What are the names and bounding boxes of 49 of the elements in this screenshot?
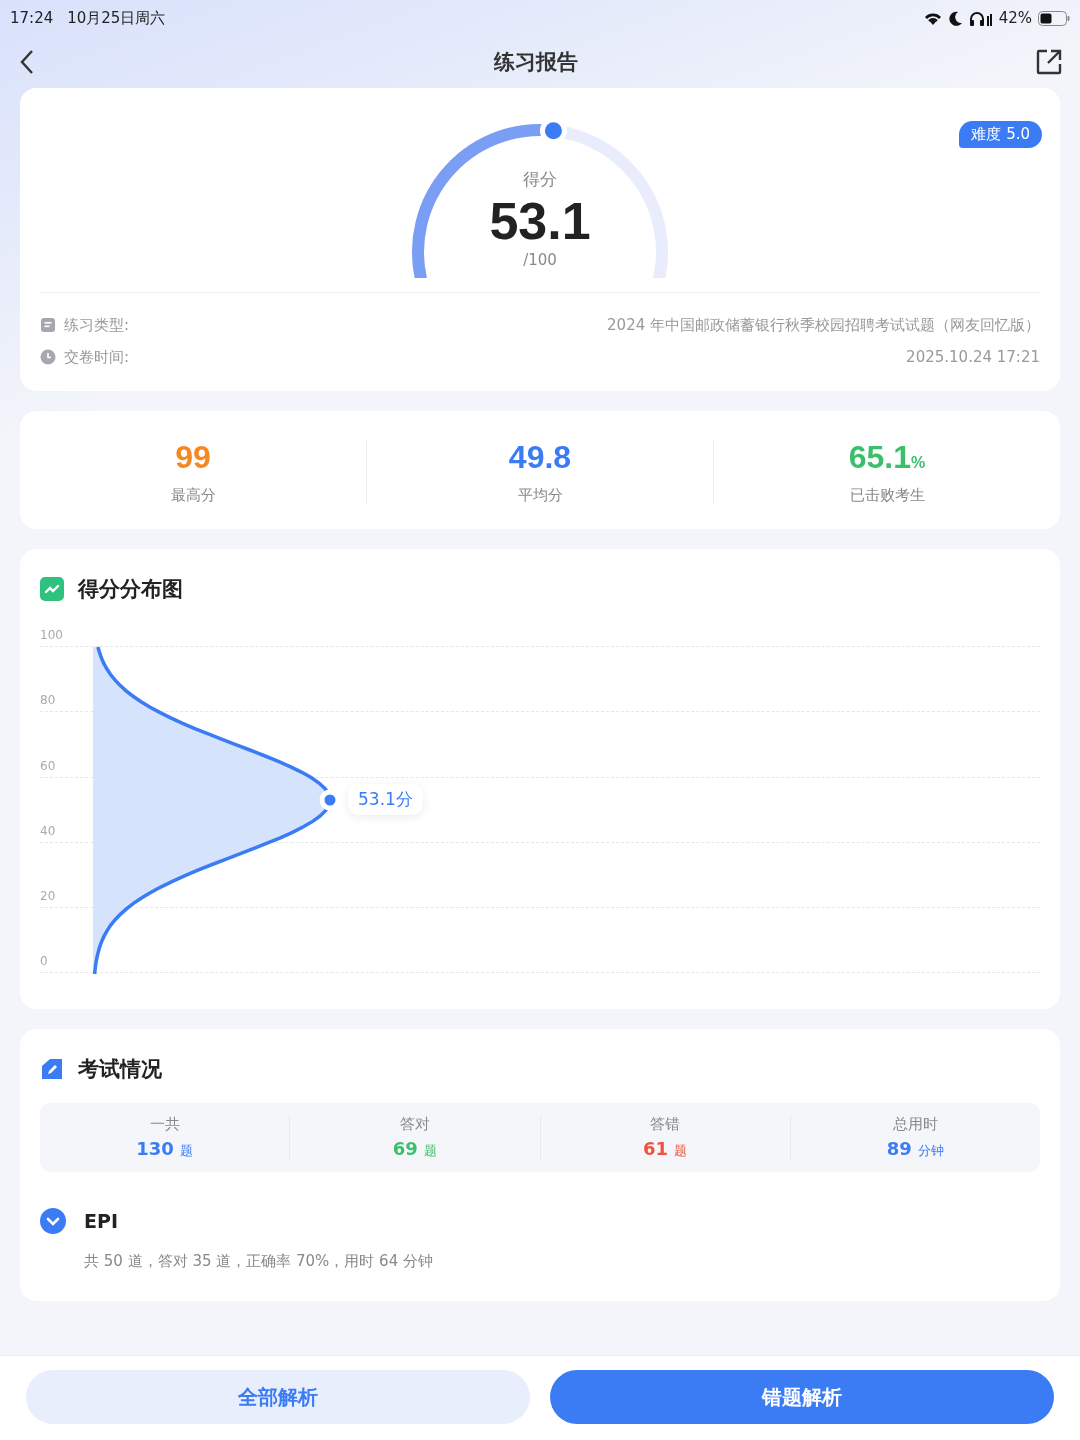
score-marker-label: 53.1分 xyxy=(348,784,423,815)
axis-tick-label: 0 xyxy=(40,954,48,969)
info-value: 2025.10.24 17:21 xyxy=(906,348,1040,366)
axis-tick-label: 40 xyxy=(40,823,56,838)
stat-label: 总用时 xyxy=(892,1115,938,1135)
axis-tick-label: 100 xyxy=(40,628,63,642)
info-label: 交卷时间: xyxy=(64,347,130,367)
document-icon xyxy=(40,317,56,333)
summary-value: 65.1% xyxy=(848,439,926,476)
summary-label: 平均分 xyxy=(517,486,563,505)
analysis-button[interactable]: 错题解析 xyxy=(550,1370,1054,1424)
axis-tick-label: 20 xyxy=(40,889,56,904)
battery-percent: 42% xyxy=(998,9,1032,27)
info-label: 练习类型: xyxy=(64,315,130,335)
section-title: 得分分布图 xyxy=(78,576,183,603)
status-date: 10月25日周六 xyxy=(67,8,166,28)
stat-label: 一共 xyxy=(149,1115,180,1135)
battery-icon xyxy=(1038,10,1070,26)
back-icon[interactable] xyxy=(18,48,36,76)
analysis-button[interactable]: 全部解析 xyxy=(26,1370,530,1424)
axis-tick-label: 60 xyxy=(40,758,56,773)
summary-label: 最高分 xyxy=(170,486,216,505)
score-total: /100 xyxy=(523,251,557,269)
info-value: 2024 年中国邮政储蓄银行秋季校园招聘考试试题（网友回忆版） xyxy=(607,315,1040,335)
headphones-icon xyxy=(968,10,993,26)
section-title: 考试情况 xyxy=(78,1056,162,1084)
status-time: 17:24 xyxy=(10,9,54,27)
pencil-icon xyxy=(40,1057,64,1082)
subject-name: EPI xyxy=(84,1210,118,1233)
page-title: 练习报告 xyxy=(494,49,578,76)
summary-value: 99 xyxy=(175,439,211,476)
trend-icon xyxy=(40,577,64,601)
difficulty-badge: 难度 5.0 xyxy=(959,121,1042,148)
subject-detail: 共 50 道，答对 35 道，正确率 70%，用时 64 分钟 xyxy=(84,1252,434,1272)
stat-value: 89 分钟 xyxy=(886,1138,945,1161)
stat-value: 130 题 xyxy=(136,1138,194,1161)
stat-label: 答错 xyxy=(650,1115,681,1135)
moon-icon xyxy=(948,10,963,26)
chevron-icon[interactable] xyxy=(40,1208,66,1235)
stat-label: 答对 xyxy=(399,1115,430,1135)
clock-icon xyxy=(40,349,56,365)
share-icon[interactable] xyxy=(1036,49,1062,75)
axis-tick-label: 80 xyxy=(40,693,56,708)
score-value: 53.1 xyxy=(489,191,591,251)
score-label: 得分 xyxy=(523,168,557,191)
stat-value: 61 题 xyxy=(642,1138,688,1161)
stat-value: 69 题 xyxy=(392,1138,438,1161)
summary-label: 已击败考生 xyxy=(849,486,925,505)
summary-value: 49.8 xyxy=(508,439,572,476)
